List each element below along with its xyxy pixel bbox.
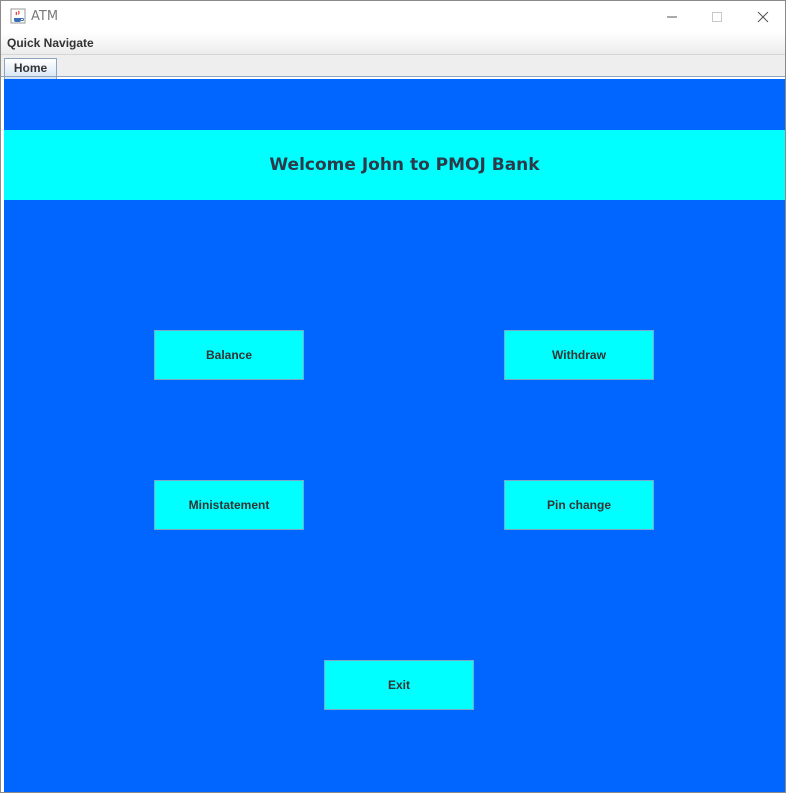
minimize-button[interactable]	[649, 1, 695, 32]
close-button[interactable]	[740, 1, 785, 32]
welcome-banner: Welcome John to PMOJ Bank	[4, 130, 785, 200]
java-coffee-icon	[10, 8, 26, 24]
close-icon	[757, 11, 769, 22]
menu-quick-navigate[interactable]: Quick Navigate	[7, 36, 94, 50]
maximize-icon	[712, 11, 722, 22]
home-panel: Welcome John to PMOJ Bank Balance Withdr…	[4, 79, 785, 792]
minimize-icon	[667, 16, 677, 17]
maximize-button[interactable]	[694, 1, 740, 32]
title-bar[interactable]: ATM	[1, 1, 785, 32]
welcome-heading: Welcome John to PMOJ Bank	[269, 155, 540, 175]
tab-strip: Home	[1, 54, 785, 79]
menu-bar: Quick Navigate	[1, 32, 785, 54]
ministatement-button[interactable]: Ministatement	[154, 480, 304, 530]
exit-button[interactable]: Exit	[324, 660, 474, 710]
balance-button[interactable]: Balance	[154, 330, 304, 380]
pin-change-button[interactable]: Pin change	[504, 480, 654, 530]
atm-window: ATM Quick Navigate Home Welcome John to …	[0, 0, 786, 793]
withdraw-button[interactable]: Withdraw	[504, 330, 654, 380]
tab-divider	[1, 76, 785, 77]
window-title: ATM	[31, 9, 59, 24]
